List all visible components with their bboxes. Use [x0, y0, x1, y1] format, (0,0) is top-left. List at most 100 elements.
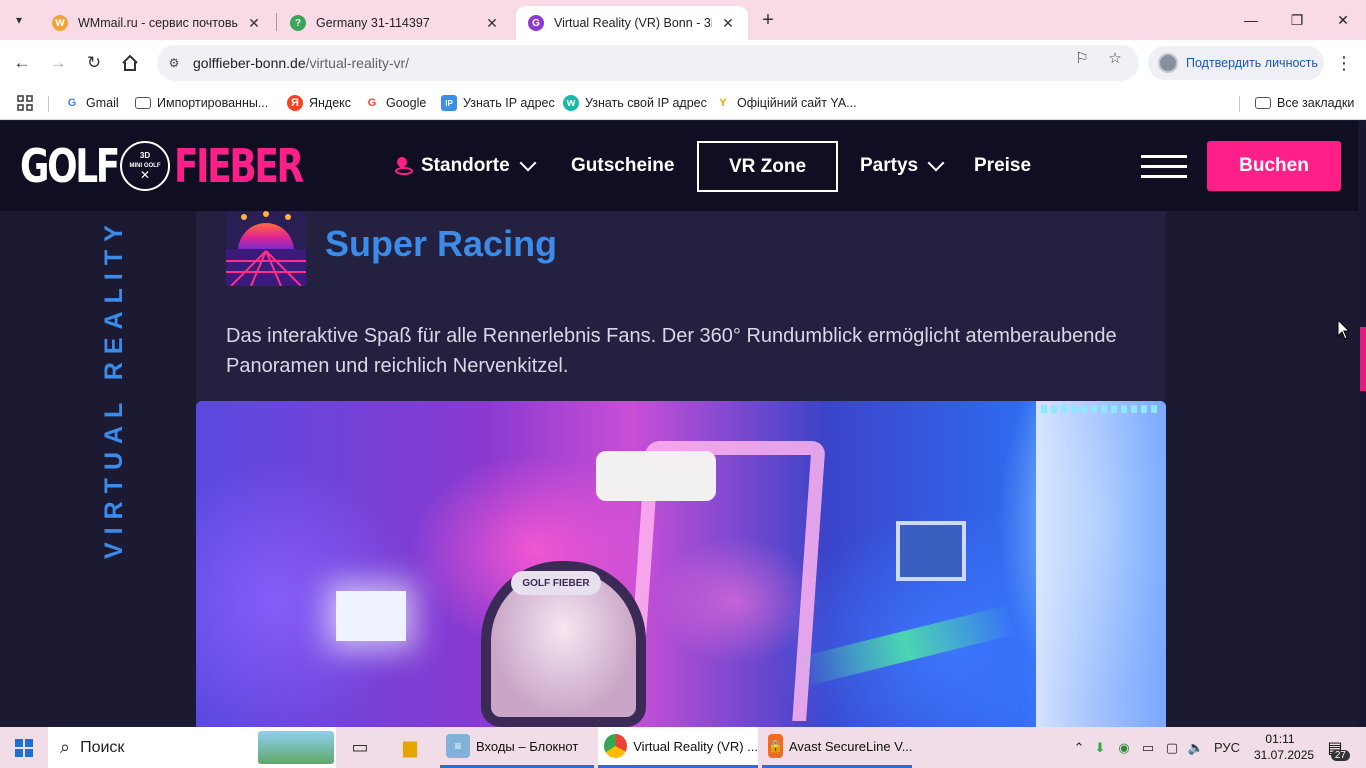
back-button[interactable]: ← — [8, 49, 36, 77]
address-bar[interactable]: ⚙ golffieber-bonn.de/virtual-reality-vr/ — [157, 45, 1139, 81]
star-icon[interactable]: ☆ — [1105, 49, 1125, 67]
network-shield-icon[interactable]: ◉ — [1112, 740, 1136, 756]
start-button[interactable] — [0, 727, 48, 768]
clock[interactable]: 01:11 31.07.2025 — [1254, 731, 1314, 763]
taskbar-app-label: Входы – Блокнот — [476, 738, 579, 754]
close-icon[interactable]: ✕ — [720, 15, 736, 31]
notepad-icon: ≡ — [446, 734, 470, 758]
bookmark-imported[interactable]: Импортированны... — [135, 92, 268, 114]
bookmark-label: Импортированны... — [157, 96, 269, 110]
nav-preise[interactable]: Preise — [974, 151, 1031, 181]
card-title: Super Racing — [325, 223, 558, 264]
monitor-icon[interactable]: ▢ — [1160, 740, 1184, 756]
nav-label: VR Zone — [728, 155, 807, 177]
menu-button[interactable]: ⋮ — [1332, 51, 1356, 75]
golf-clubs-icon: ✕ — [139, 167, 151, 182]
ip-check-icon: w — [563, 95, 579, 111]
hamburger-menu-icon[interactable] — [1141, 155, 1187, 179]
bookmarks-divider — [1239, 96, 1240, 112]
yandex-icon: Я — [287, 95, 303, 111]
bookmark-ya[interactable]: Y Офіційний сайт YA... — [715, 92, 857, 114]
battery-icon[interactable]: ▭ — [1136, 740, 1160, 756]
chevron-down-icon — [927, 154, 945, 172]
logo-golf-text: GOLF — [20, 139, 120, 193]
reload-icon: ↻ — [86, 53, 102, 72]
bookmark-label: Яндекс — [309, 96, 352, 110]
bookmarks-bar: G Gmail Импортированны... Я Яндекс G Goo… — [0, 86, 1366, 120]
buchen-button[interactable]: Buchen — [1207, 141, 1341, 191]
golffieber-logo[interactable]: GOLF 3D MINI GOLF ✕ FIEBER — [20, 139, 338, 193]
taskbar-app-label: Avast SecureLine V... — [788, 738, 913, 754]
browser-toolbar: ← → ↻ ⚙ golffieber-bonn.de/virtual-reali… — [0, 40, 1366, 86]
tab-title: WMmail.ru - сервис почтовых — [78, 16, 238, 30]
new-tab-button[interactable]: + — [756, 8, 780, 32]
reload-button[interactable]: ↻ — [80, 49, 108, 77]
profile-button[interactable]: Подтвердить личность — [1148, 46, 1324, 80]
tab-search-button[interactable]: ▾ — [6, 8, 32, 32]
search-placeholder: Поиск — [80, 738, 125, 756]
led-strip — [1041, 405, 1161, 413]
tab-divider — [276, 13, 277, 31]
close-icon[interactable]: ✕ — [484, 15, 500, 31]
volume-icon[interactable]: 🔈 — [1184, 740, 1208, 756]
nav-gutscheine[interactable]: Gutscheine — [571, 151, 674, 181]
nav-label: Preise — [974, 155, 1032, 176]
seat-logo-text: GOLF FIEBER — [511, 571, 601, 595]
bookmark-label: Офіційний сайт YA... — [737, 96, 857, 110]
scrollbar-thumb[interactable] — [1360, 327, 1366, 391]
all-bookmarks[interactable]: Все закладки — [1255, 92, 1354, 114]
buchen-label: Buchen — [1239, 155, 1309, 176]
restore-button[interactable]: ❐ — [1274, 0, 1320, 40]
translate-icon[interactable]: ⚐ — [1072, 49, 1092, 67]
bookmark-ip[interactable]: IP Узнать IP адрес — [441, 92, 555, 114]
close-icon: ✕ — [1337, 11, 1349, 28]
bookmark-ip-check[interactable]: w Узнать свой IP адрес — [563, 92, 707, 114]
close-icon[interactable]: ✕ — [246, 15, 262, 31]
tab-virtual-reality[interactable]: G Virtual Reality (VR) Bonn - 3D S ✕ — [516, 6, 748, 40]
taskbar-app-chrome[interactable]: Virtual Reality (VR) ... — [598, 727, 758, 768]
forward-button[interactable]: → — [44, 49, 72, 77]
url-path: /virtual-reality-vr/ — [305, 55, 410, 71]
language-indicator[interactable]: РУС — [1214, 740, 1240, 755]
site-header: GOLF 3D MINI GOLF ✕ FIEBER Standorte Gut… — [0, 121, 1358, 211]
nav-partys[interactable]: Partys — [860, 151, 945, 181]
arrow-left-icon: ← — [13, 53, 31, 72]
bookmark-label: Google — [386, 96, 427, 110]
folder-icon — [1255, 97, 1271, 109]
tab-germany[interactable]: ? Germany 31-114397 ✕ — [278, 6, 512, 40]
notification-center-button[interactable]: ▤ 27 — [1320, 735, 1350, 761]
taskbar-app-avast[interactable]: 🔒 Avast SecureLine V... — [762, 727, 913, 768]
avatar — [1158, 53, 1178, 73]
badge-3d-text: 3D — [139, 150, 151, 160]
taskbar-app-label: Virtual Reality (VR) ... — [633, 738, 758, 754]
minimize-button[interactable]: — — [1228, 0, 1274, 40]
light-screen — [336, 591, 406, 641]
bookmark-google[interactable]: G Google — [364, 92, 427, 114]
apps-button[interactable] — [17, 92, 33, 114]
taskbar-app-notepad[interactable]: ≡ Входы – Блокнот — [440, 727, 594, 768]
chevron-down-icon: ▾ — [15, 13, 23, 27]
vr-game-card: Super Racing Das interaktive Spaß für al… — [196, 211, 1166, 727]
nav-standorte[interactable]: Standorte — [395, 151, 537, 181]
home-button[interactable] — [116, 49, 144, 77]
search-icon: ⌕ — [60, 737, 71, 757]
bookmark-yandex[interactable]: Я Яндекс — [287, 92, 351, 114]
more-vert-icon: ⋮ — [1335, 52, 1353, 73]
nav-label: Partys — [860, 155, 919, 176]
profile-label: Подтвердить личность — [1186, 56, 1318, 70]
site-settings-icon[interactable]: ⚙ — [165, 54, 183, 72]
download-arrow-icon[interactable]: ⬇ — [1088, 740, 1112, 756]
bookmark-label: Gmail — [86, 96, 119, 110]
page-scrollbar[interactable] — [1358, 121, 1366, 727]
ip-icon: IP — [441, 95, 457, 111]
file-explorer-button[interactable]: ▆ — [390, 727, 430, 768]
folder-icon — [135, 97, 151, 109]
chevron-up-icon[interactable]: ⌃ — [1070, 740, 1088, 756]
taskbar-search[interactable]: ⌕ Поиск — [48, 727, 336, 768]
nav-vr-zone[interactable]: VR Zone — [697, 141, 838, 192]
bookmark-gmail[interactable]: G Gmail — [64, 92, 119, 114]
close-window-button[interactable]: ✕ — [1320, 0, 1366, 40]
tab-wmmail[interactable]: W WMmail.ru - сервис почтовых ✕ — [40, 6, 274, 40]
task-view-button[interactable]: ▭ — [340, 727, 380, 768]
restore-icon: ❐ — [1290, 11, 1304, 28]
